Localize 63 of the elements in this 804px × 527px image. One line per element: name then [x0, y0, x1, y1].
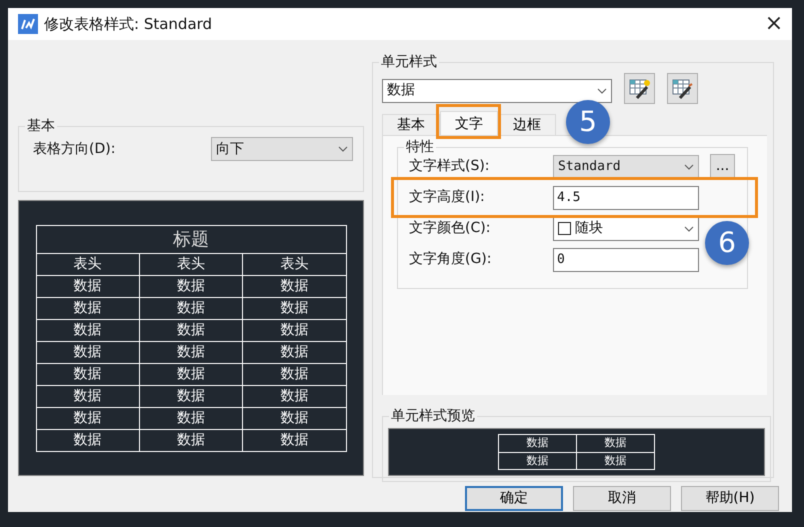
manage-styles-button[interactable]: [667, 73, 698, 104]
data-cell: 数据: [139, 275, 243, 297]
input-field[interactable]: 4.5: [553, 186, 699, 210]
app-icon: [18, 14, 38, 34]
dialog-button[interactable]: 取消: [573, 486, 671, 511]
data-cell: 数据: [139, 319, 243, 341]
color-dropdown[interactable]: 随块: [553, 216, 699, 240]
data-cell: 数据: [36, 319, 140, 341]
chevron-down-icon: [684, 162, 694, 172]
data-cell: 数据: [36, 407, 140, 429]
data-cell: 数据: [36, 363, 140, 385]
data-cell: 数据: [498, 452, 576, 470]
tab[interactable]: 文字: [440, 111, 498, 135]
data-cell: 数据: [36, 297, 140, 319]
group-title: 基本: [25, 117, 57, 135]
group-title: 单元样式预览: [389, 407, 477, 425]
data-cell: 数据: [139, 341, 243, 363]
group-title: 特性: [404, 138, 436, 156]
color-swatch-icon: [558, 222, 571, 235]
data-cell: 数据: [576, 434, 654, 452]
data-cell: 数据: [36, 385, 140, 407]
direction-dropdown[interactable]: 向下: [211, 137, 353, 161]
data-cell: 数据: [242, 385, 346, 407]
header-cell: 表头: [36, 253, 140, 275]
field-label: 文字颜色(C):: [409, 219, 492, 238]
dialog-button[interactable]: 帮助(H): [681, 486, 779, 511]
data-cell: 数据: [242, 341, 346, 363]
cell-style-dropdown[interactable]: 数据: [382, 78, 612, 102]
data-cell: 数据: [36, 429, 140, 451]
data-cell: 数据: [139, 407, 243, 429]
data-cell: 数据: [36, 341, 140, 363]
chevron-down-icon: [597, 86, 607, 96]
highlight-box: [436, 104, 501, 139]
tab[interactable]: 边框: [498, 114, 556, 135]
close-button[interactable]: ×: [756, 12, 792, 36]
data-cell: 数据: [242, 407, 346, 429]
header-cell: 表头: [139, 253, 243, 275]
data-cell: 数据: [242, 429, 346, 451]
data-cell: 数据: [242, 275, 346, 297]
chevron-down-icon: [338, 144, 348, 154]
field-label: 文字高度(I):: [409, 188, 486, 207]
chevron-down-icon: [684, 224, 694, 234]
data-cell: 数据: [576, 452, 654, 470]
tab[interactable]: 基本: [382, 114, 440, 135]
new-style-button[interactable]: [624, 73, 655, 104]
table-title-cell: 标题: [36, 225, 346, 253]
field-label: 表格方向(D):: [33, 140, 116, 158]
data-cell: 数据: [139, 363, 243, 385]
dialog-button[interactable]: 确定: [465, 486, 563, 511]
data-cell: 数据: [242, 297, 346, 319]
data-cell: 数据: [498, 434, 576, 452]
group-title: 单元样式: [379, 53, 439, 71]
data-cell: 数据: [242, 319, 346, 341]
field-label: 文字角度(G):: [409, 250, 492, 269]
data-cell: 数据: [139, 297, 243, 319]
input-field[interactable]: 0: [553, 248, 699, 272]
data-cell: 数据: [242, 363, 346, 385]
data-cell: 数据: [139, 429, 243, 451]
data-cell: 数据: [139, 385, 243, 407]
window-title: 修改表格样式: Standard: [44, 14, 212, 35]
data-cell: 数据: [36, 275, 140, 297]
field-label: 文字样式(S):: [409, 157, 491, 176]
header-cell: 表头: [242, 253, 346, 275]
